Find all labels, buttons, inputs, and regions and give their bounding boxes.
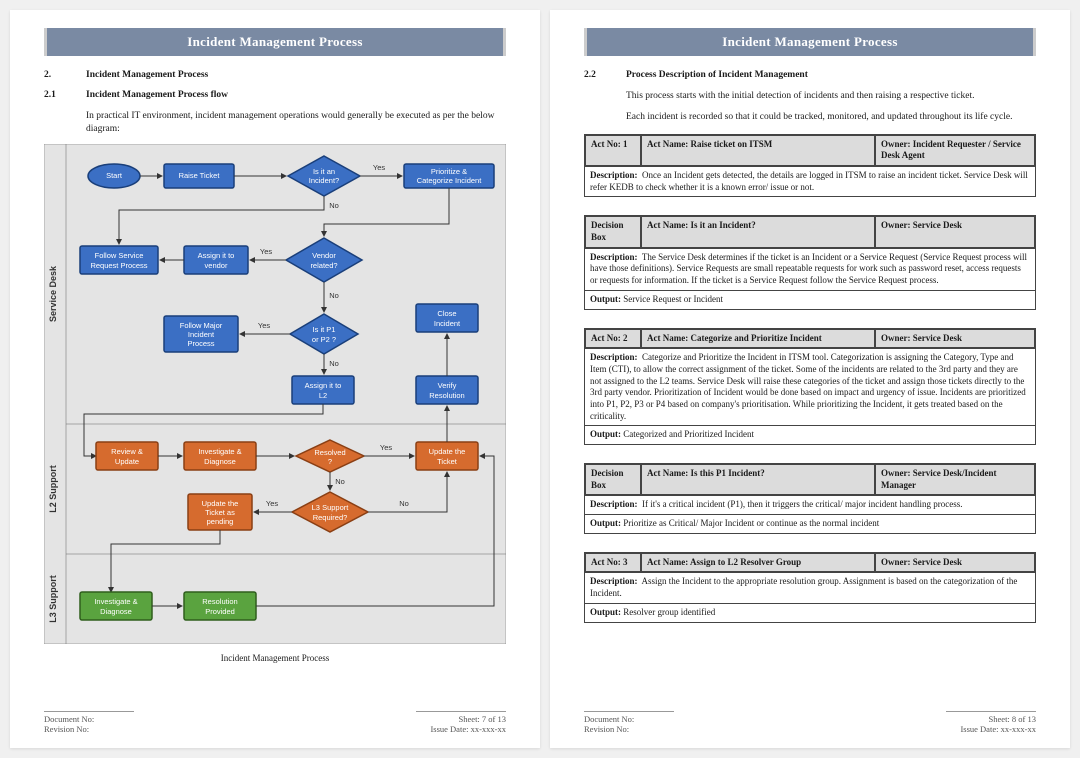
lane-l2: L2 Support: [48, 465, 58, 513]
svg-text:vendor: vendor: [205, 261, 228, 270]
svg-text:Assign it to: Assign it to: [305, 381, 342, 390]
svg-text:Investigate &: Investigate &: [198, 447, 241, 456]
svg-text:No: No: [399, 499, 409, 508]
svg-text:Process: Process: [187, 339, 214, 348]
svg-text:Incident: Incident: [434, 319, 461, 328]
svg-text:Vendor: Vendor: [312, 251, 336, 260]
svg-text:Request Process: Request Process: [90, 261, 147, 270]
svg-text:Is it P1: Is it P1: [313, 325, 336, 334]
page-footer: Document No:Revision No: Sheet: 7 of 13I…: [44, 710, 506, 734]
intro-text: In practical IT environment, incident ma…: [86, 110, 506, 136]
svg-text:Start: Start: [106, 171, 123, 180]
svg-text:Is it an: Is it an: [313, 167, 335, 176]
section-2: 2. Incident Management Process: [44, 70, 506, 80]
svg-text:No: No: [335, 477, 345, 486]
activity-table-1: Act No: 1 Act Name: Raise ticket on ITSM…: [584, 134, 1036, 198]
svg-text:related?: related?: [310, 261, 337, 270]
sec-num: 2.2: [584, 70, 608, 80]
sec-num: 2.: [44, 70, 68, 80]
page-1: Incident Management Process 2. Incident …: [10, 10, 540, 748]
decision-table-1: Decision Box Act Name: Is it an Incident…: [584, 215, 1036, 309]
svg-text:Provided: Provided: [205, 607, 235, 616]
svg-text:Raise Ticket: Raise Ticket: [179, 171, 221, 180]
svg-text:Incident: Incident: [188, 330, 215, 339]
svg-text:Categorize Incident: Categorize Incident: [417, 176, 483, 185]
sec-title: Process Description of Incident Manageme…: [626, 70, 808, 80]
svg-text:Update the: Update the: [429, 447, 466, 456]
svg-text:No: No: [329, 291, 339, 300]
svg-text:No: No: [329, 359, 339, 368]
svg-text:Required?: Required?: [313, 513, 348, 522]
svg-text:No: No: [329, 201, 339, 210]
svg-text:Resolved: Resolved: [314, 448, 345, 457]
svg-text:Update the: Update the: [202, 499, 239, 508]
svg-text:Update: Update: [115, 457, 139, 466]
sec-title: Incident Management Process: [86, 70, 208, 80]
svg-text:Ticket as: Ticket as: [205, 508, 235, 517]
svg-text:pending: pending: [207, 517, 234, 526]
svg-text:?: ?: [328, 457, 332, 466]
svg-text:Prioritize &: Prioritize &: [431, 167, 467, 176]
activity-table-3: Act No: 3 Act Name: Assign to L2 Resolve…: [584, 552, 1036, 623]
page-2: Incident Management Process 2.2 Process …: [550, 10, 1070, 748]
svg-text:Investigate &: Investigate &: [94, 597, 137, 606]
svg-text:Yes: Yes: [373, 163, 385, 172]
lane-service-desk: Service Desk: [48, 265, 58, 322]
sec-num: 2.1: [44, 90, 68, 100]
svg-text:Yes: Yes: [266, 499, 278, 508]
svg-text:Resolution: Resolution: [429, 391, 464, 400]
lane-l3: L3 Support: [48, 575, 58, 623]
svg-text:Ticket: Ticket: [437, 457, 458, 466]
svg-text:Diagnose: Diagnose: [204, 457, 236, 466]
svg-text:Review &: Review &: [111, 447, 143, 456]
section-2-1: 2.1 Incident Management Process flow: [44, 90, 506, 100]
svg-text:Incident?: Incident?: [309, 176, 339, 185]
page-footer: Document No:Revision No: Sheet: 8 of 13I…: [584, 710, 1036, 734]
svg-text:L2: L2: [319, 391, 327, 400]
svg-text:Close: Close: [437, 309, 456, 318]
activity-table-2: Act No: 2 Act Name: Categorize and Prior…: [584, 328, 1036, 446]
page-header: Incident Management Process: [584, 28, 1036, 56]
section-2-2: 2.2 Process Description of Incident Mana…: [584, 70, 1036, 80]
svg-text:Resolution: Resolution: [202, 597, 237, 606]
flowchart: Service Desk L2 Support L3 Support Start…: [44, 144, 506, 663]
svg-text:Yes: Yes: [260, 247, 272, 256]
para: Each incident is recorded so that it cou…: [626, 111, 1036, 124]
svg-text:Follow Service: Follow Service: [95, 251, 144, 260]
figure-caption: Incident Management Process: [44, 653, 506, 663]
svg-text:Assign it to: Assign it to: [198, 251, 235, 260]
page-header: Incident Management Process: [44, 28, 506, 56]
svg-text:L3 Support: L3 Support: [312, 503, 350, 512]
svg-text:Yes: Yes: [258, 321, 270, 330]
decision-table-2: Decision Box Act Name: Is this P1 Incide…: [584, 463, 1036, 534]
svg-text:Yes: Yes: [380, 443, 392, 452]
para: This process starts with the initial det…: [626, 90, 1036, 103]
svg-text:or P2 ?: or P2 ?: [312, 335, 336, 344]
svg-text:Follow Major: Follow Major: [180, 321, 223, 330]
sec-title: Incident Management Process flow: [86, 90, 228, 100]
svg-text:Diagnose: Diagnose: [100, 607, 132, 616]
svg-text:Verify: Verify: [438, 381, 457, 390]
